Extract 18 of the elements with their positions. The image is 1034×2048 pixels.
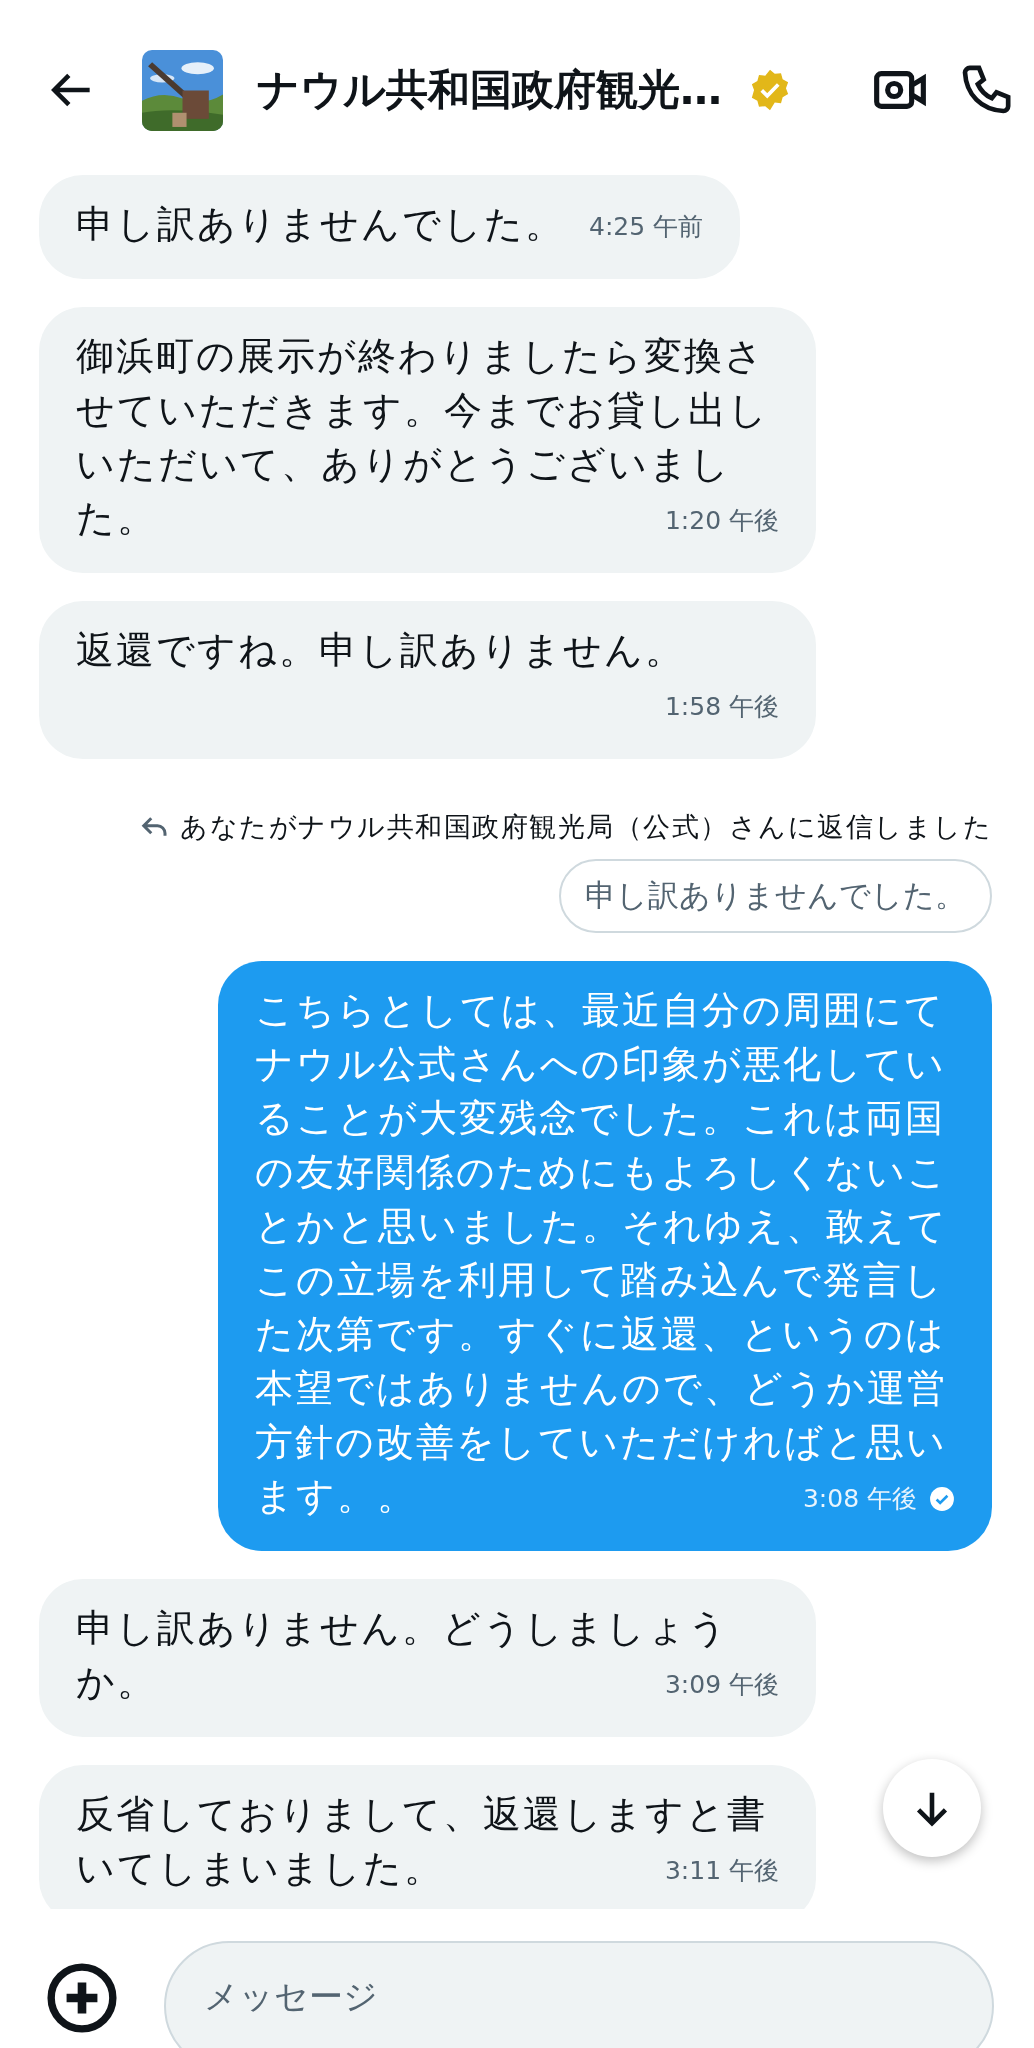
message-bubble: こちらとしては、最近自分の周囲にてナウル公式さんへの印象が悪化していることが大変残念でした。これは両国の友好関係のためにもよろしくないことかと思いました。それゆえ、敢えてこの立場を利用して踏み込んで発言した次第です。すぐに返還、というのは本望ではありませんので、どうか運営方針の改善をしていただければと思います。。 3:08 午後 xyxy=(218,961,992,1551)
message-time: 3:11 午後 xyxy=(664,1855,779,1887)
message-time: 3:09 午後 xyxy=(664,1669,779,1701)
message-bubble: 返還ですね。申し訳ありません。 1:58 午後 xyxy=(39,601,816,759)
scroll-down-button[interactable] xyxy=(883,1759,981,1857)
message-bubble: 御浜町の展示が終わりましたら変換させていただきます。今までお貸し出しいただいて、ありがとうございました。 1:20 午後 xyxy=(39,307,816,573)
message-bubble: 申し訳ありませんでした。 4:25 午前 xyxy=(39,175,741,279)
add-icon[interactable] xyxy=(45,1961,119,2035)
message-time: 1:20 午後 xyxy=(664,505,779,537)
reply-note: あなたがナウル共和国政府観光局（公式）さんに返信しました xyxy=(180,810,992,844)
message-time: 1:58 午後 xyxy=(664,691,779,723)
message-bubble: 申し訳ありません。どうしましょうか。 3:09 午後 xyxy=(39,1579,816,1737)
chat-title: ナウル共和国政府観光… xyxy=(257,64,722,116)
message-time: 3:08 午後 xyxy=(802,1483,917,1515)
quoted-message: 申し訳ありませんでした。 xyxy=(559,859,992,933)
message-time: 4:25 午前 xyxy=(589,211,704,243)
message-field[interactable]: メッセージ xyxy=(164,1941,994,2048)
message-bubble: 反省しておりまして、返還しますと書いてしまいました。 3:11 午後 xyxy=(39,1765,816,1909)
